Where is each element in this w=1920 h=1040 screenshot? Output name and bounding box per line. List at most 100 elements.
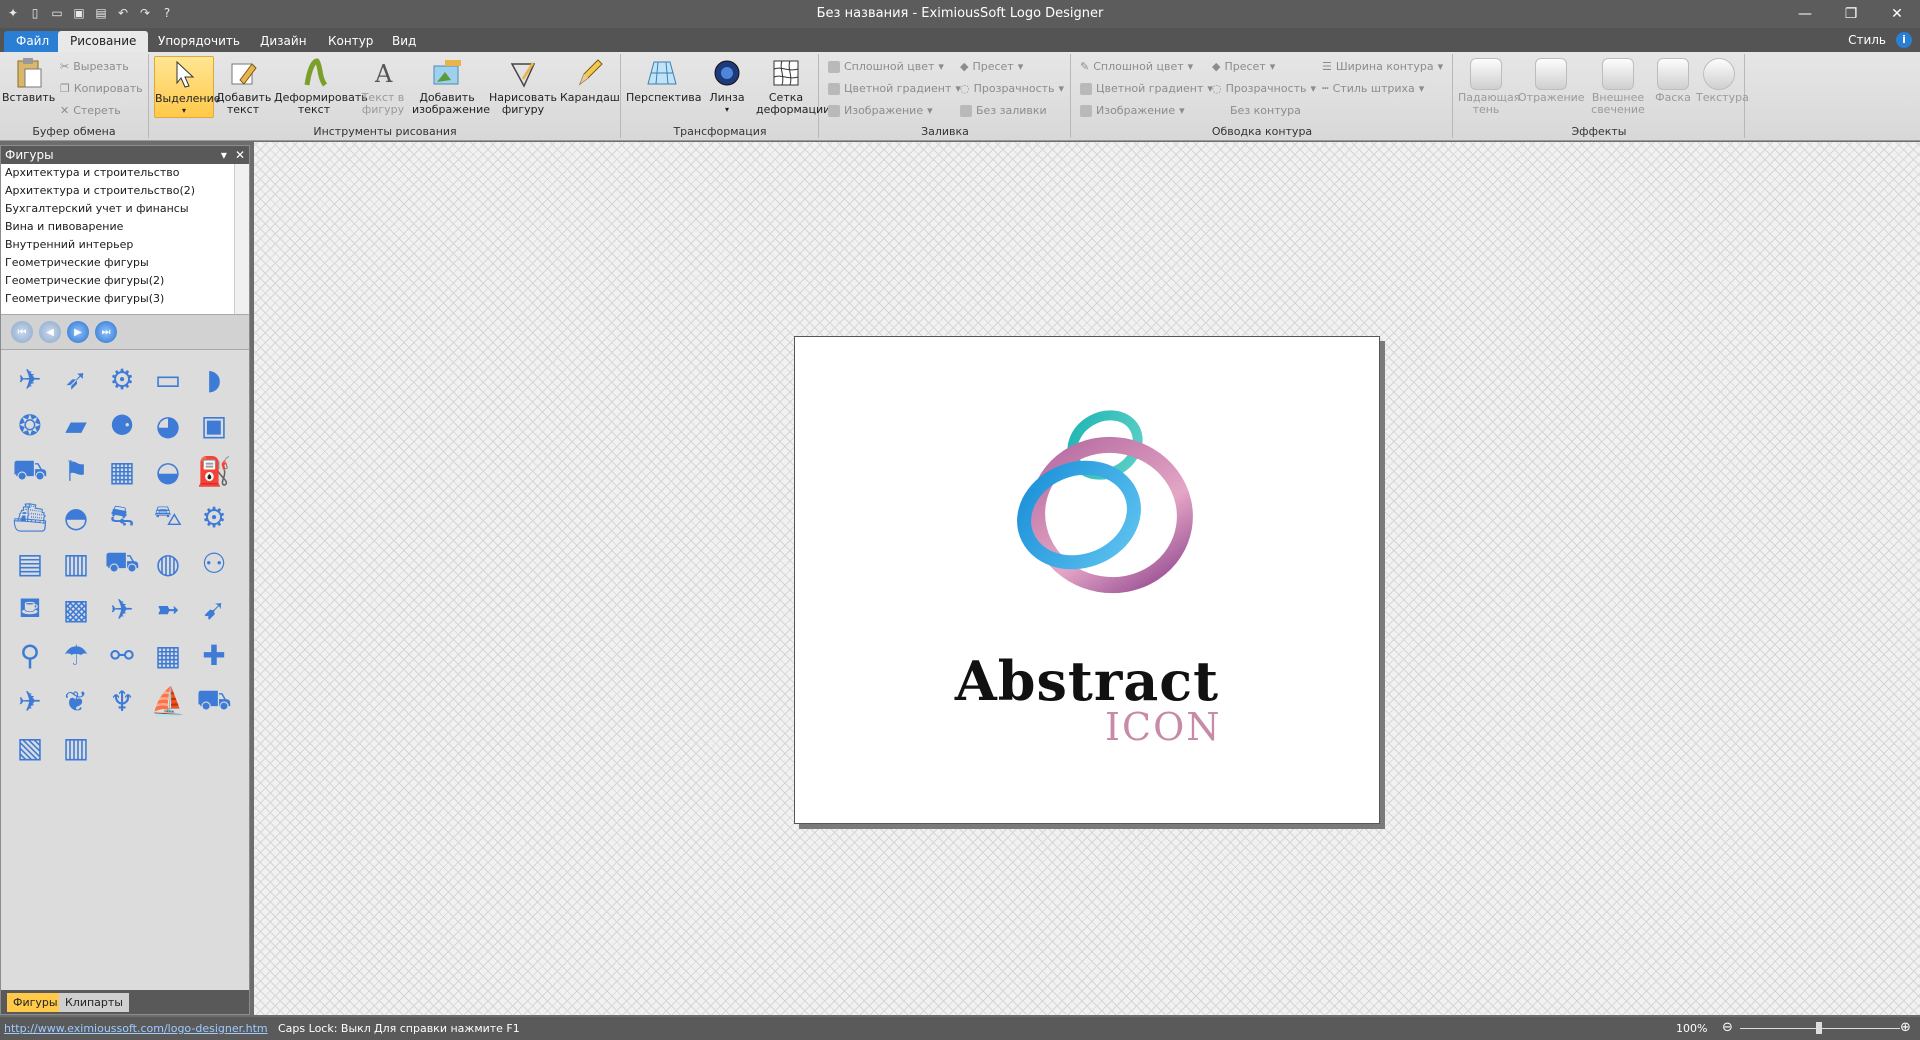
outline-preset-button[interactable]: ◆ Пресет ▾: [1212, 60, 1275, 73]
zoom-out-icon[interactable]: ⊖: [1722, 1020, 1733, 1035]
outline-width-button[interactable]: ☰ Ширина контура ▾: [1322, 60, 1443, 73]
coach-icon[interactable]: ▩: [53, 586, 99, 632]
abstract-rings-logo-icon[interactable]: [795, 337, 1379, 657]
fill-image-button[interactable]: Изображение ▾: [828, 104, 933, 117]
bird-icon[interactable]: ❦: [53, 678, 99, 724]
zoom-slider-thumb[interactable]: [1816, 1022, 1822, 1034]
airplane-icon[interactable]: ✈: [7, 356, 53, 402]
paste-button[interactable]: Вставить: [2, 56, 55, 104]
fill-gradient-button[interactable]: Цветной градиент ▾: [828, 82, 961, 95]
list-item[interactable]: Внутренний интерьер: [1, 236, 249, 254]
tab-file[interactable]: Файл: [4, 31, 62, 52]
copy-button[interactable]: ❐ Копировать: [60, 82, 143, 95]
cut-button[interactable]: ✂ Вырезать: [60, 60, 129, 73]
chevron-down-icon[interactable]: ▾: [221, 146, 227, 164]
list-item[interactable]: Архитектура и строительство: [1, 164, 249, 182]
wheel-icon[interactable]: ❂: [7, 402, 53, 448]
deform-text-button[interactable]: Деформировать текст: [274, 56, 368, 116]
minimize-icon[interactable]: —: [1782, 0, 1828, 28]
outer-glow-button[interactable]: Внешнее свечение: [1588, 58, 1648, 116]
boat-icon[interactable]: ⛵: [145, 678, 191, 724]
car-front-icon[interactable]: ▣: [191, 402, 237, 448]
car-icon[interactable]: ◗: [191, 356, 237, 402]
lens-button[interactable]: Линза ▾: [702, 56, 752, 116]
texture-button[interactable]: Текстура: [1696, 58, 1749, 104]
runner-icon[interactable]: ⚑: [53, 448, 99, 494]
truck-icon[interactable]: ▰: [53, 402, 99, 448]
bevel-button[interactable]: Фаска: [1652, 58, 1694, 104]
jet-icon[interactable]: ➶: [53, 356, 99, 402]
prev-page-icon[interactable]: ◀: [39, 321, 61, 343]
jetplane-icon[interactable]: ✈: [7, 678, 53, 724]
list-item[interactable]: Вина и пивоварение: [1, 218, 249, 236]
lorry-icon[interactable]: ⛟: [99, 540, 145, 586]
next-page-icon[interactable]: ▶: [67, 321, 89, 343]
tab-cliparts[interactable]: Клипарты: [59, 993, 129, 1012]
canvas-area[interactable]: Abstract ICON: [254, 142, 1920, 1015]
list-item[interactable]: Геометрические фигуры(2): [1, 272, 249, 290]
bicycle-icon[interactable]: ⚯: [99, 632, 145, 678]
cargo-icon[interactable]: ⛾: [7, 586, 53, 632]
restore-icon[interactable]: ❐: [1828, 0, 1874, 28]
logo-main-text[interactable]: Abstract: [795, 649, 1379, 713]
pencil-button[interactable]: Карандаш: [560, 56, 620, 104]
parachute-icon[interactable]: ☂: [53, 632, 99, 678]
train-icon[interactable]: ▧: [7, 724, 53, 770]
close-icon[interactable]: ✕: [235, 146, 245, 164]
tower-icon[interactable]: ⚲: [7, 632, 53, 678]
gear-icon[interactable]: ⚙: [191, 494, 237, 540]
style-menu[interactable]: Стиль: [1848, 33, 1886, 47]
close-icon[interactable]: ✕: [1874, 0, 1920, 28]
motorcycle-icon[interactable]: ⚈: [99, 402, 145, 448]
erase-button[interactable]: ✕ Стереть: [60, 104, 121, 117]
plane-icon[interactable]: ✈: [99, 586, 145, 632]
list-item[interactable]: Архитектура и строительство(2): [1, 182, 249, 200]
info-icon[interactable]: i: [1896, 32, 1912, 48]
dash-style-button[interactable]: ┅ Стиль штриха ▾: [1322, 82, 1424, 95]
category-scrollbar[interactable]: [234, 164, 249, 314]
bus-side-icon[interactable]: ▥: [53, 724, 99, 770]
forklift-icon[interactable]: ⛽: [191, 448, 237, 494]
outline-solid-button[interactable]: ✎ Сплошной цвет ▾: [1080, 60, 1193, 73]
bus-front-icon[interactable]: ▥: [53, 540, 99, 586]
tab-outline[interactable]: Контур: [316, 31, 385, 52]
tractor-icon[interactable]: ⛟: [7, 448, 53, 494]
fill-solid-button[interactable]: Сплошной цвет ▾: [828, 60, 944, 73]
logo-page[interactable]: Abstract ICON: [794, 336, 1380, 824]
ambulance-icon[interactable]: ✚: [191, 632, 237, 678]
drop-shadow-button[interactable]: Падающая тень: [1458, 58, 1520, 116]
outline-gradient-button[interactable]: Цветной градиент ▾: [1080, 82, 1213, 95]
tab-design[interactable]: Дизайн: [248, 31, 319, 52]
list-item[interactable]: Бухгалтерский учет и финансы: [1, 200, 249, 218]
zoom-in-icon[interactable]: ⊕: [1900, 1020, 1911, 1035]
add-image-button[interactable]: Добавить изображение: [412, 56, 490, 116]
speed-icon[interactable]: ➼: [145, 586, 191, 632]
biker-icon[interactable]: ⚇: [191, 540, 237, 586]
website-link[interactable]: http://www.eximioussoft.com/logo-designe…: [4, 1022, 268, 1035]
list-item[interactable]: Геометрические фигуры(3): [1, 290, 249, 308]
moto-badge-icon[interactable]: ▦: [99, 448, 145, 494]
tram-icon[interactable]: ▦: [145, 632, 191, 678]
fill-preset-button[interactable]: ◆ Пресет ▾: [960, 60, 1023, 73]
list-item[interactable]: Геометрические фигуры: [1, 254, 249, 272]
logo-sub-text[interactable]: ICON: [1105, 705, 1222, 749]
draw-shape-button[interactable]: Нарисовать фигуру: [488, 56, 558, 116]
last-page-icon[interactable]: ⏭: [95, 321, 117, 343]
tab-draw[interactable]: Рисование: [58, 31, 149, 52]
car-small-icon[interactable]: ◓: [53, 494, 99, 540]
text-in-shape-button[interactable]: A Текст в фигуру: [358, 56, 408, 116]
car-side-icon[interactable]: ◒: [145, 448, 191, 494]
select-button[interactable]: Выделение ▾: [154, 56, 221, 118]
fill-transparency-button[interactable]: ◌ Прозрачность ▾: [960, 82, 1064, 95]
deform-grid-button[interactable]: Сетка деформации: [756, 56, 830, 116]
sedan-icon[interactable]: ◍: [145, 540, 191, 586]
category-list[interactable]: Архитектура и строительство Архитектура …: [1, 164, 249, 315]
ship-icon[interactable]: ⛴: [7, 494, 53, 540]
outline-transparency-button[interactable]: ◌ Прозрачность ▾: [1212, 82, 1316, 95]
first-page-icon[interactable]: ⏮: [11, 321, 33, 343]
tab-view[interactable]: Вид: [380, 31, 428, 52]
outline-none-button[interactable]: Без контура: [1230, 104, 1301, 117]
eagle-icon[interactable]: ♆: [99, 678, 145, 724]
outline-image-button[interactable]: Изображение ▾: [1080, 104, 1185, 117]
bus-icon[interactable]: ▭: [145, 356, 191, 402]
